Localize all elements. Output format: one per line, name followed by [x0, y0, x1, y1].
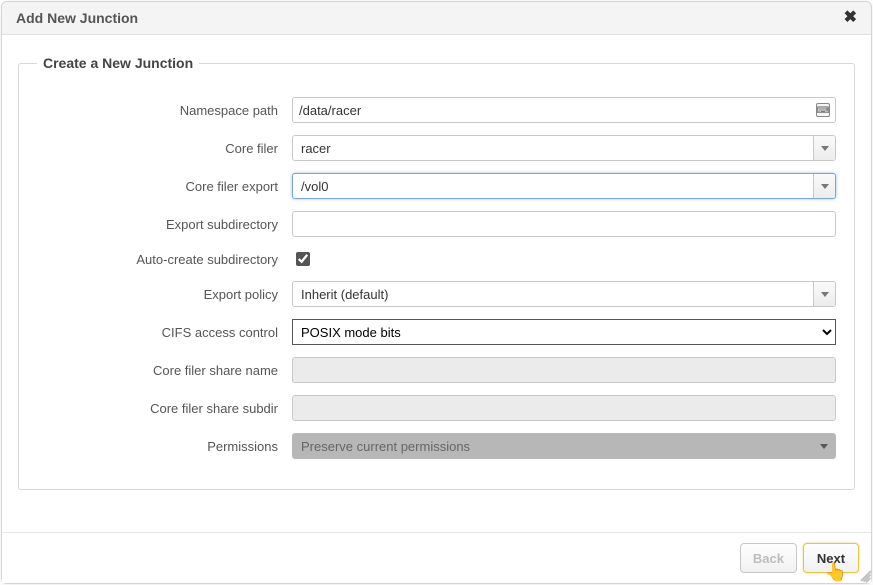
- close-icon[interactable]: ✖: [844, 10, 857, 26]
- label-core-filer: Core filer: [37, 141, 292, 156]
- chevron-down-icon: [813, 136, 835, 160]
- permissions-select: Preserve current permissions: [292, 433, 836, 459]
- back-button: Back: [740, 543, 797, 573]
- label-auto-create: Auto-create subdirectory: [37, 252, 292, 267]
- dialog-title: Add New Junction: [16, 10, 138, 26]
- cf-share-subdir-input: [292, 395, 836, 421]
- chevron-down-icon: [813, 174, 835, 198]
- add-junction-dialog: Add New Junction ✖ Create a New Junction…: [1, 1, 872, 584]
- dialog-header: Add New Junction ✖: [2, 2, 871, 35]
- dialog-body: Create a New Junction Namespace path ⌨ C…: [2, 35, 871, 532]
- chevron-down-icon: [813, 434, 835, 458]
- label-core-filer-export: Core filer export: [37, 179, 292, 194]
- namespace-path-input[interactable]: [292, 97, 836, 123]
- label-export-subdir: Export subdirectory: [37, 217, 292, 232]
- fieldset-legend: Create a New Junction: [37, 55, 199, 71]
- export-subdir-input[interactable]: [292, 211, 836, 237]
- auto-create-checkbox[interactable]: [296, 252, 310, 266]
- label-export-policy: Export policy: [37, 287, 292, 302]
- keyboard-icon: ⌨: [816, 103, 830, 117]
- cf-share-name-input: [292, 357, 836, 383]
- dialog-footer: Back Next: [2, 532, 871, 583]
- create-junction-fieldset: Create a New Junction Namespace path ⌨ C…: [18, 55, 855, 490]
- cifs-access-select[interactable]: POSIX mode bits: [292, 319, 836, 345]
- label-namespace-path: Namespace path: [37, 103, 292, 118]
- label-cf-share-subdir: Core filer share subdir: [37, 401, 292, 416]
- label-cifs-access: CIFS access control: [37, 325, 292, 340]
- core-filer-export-select[interactable]: /vol0: [292, 173, 836, 199]
- export-policy-select[interactable]: Inherit (default): [292, 281, 836, 307]
- chevron-down-icon: [813, 282, 835, 306]
- next-button[interactable]: Next: [803, 543, 859, 573]
- label-cf-share-name: Core filer share name: [37, 363, 292, 378]
- core-filer-select[interactable]: racer: [292, 135, 836, 161]
- label-permissions: Permissions: [37, 439, 292, 454]
